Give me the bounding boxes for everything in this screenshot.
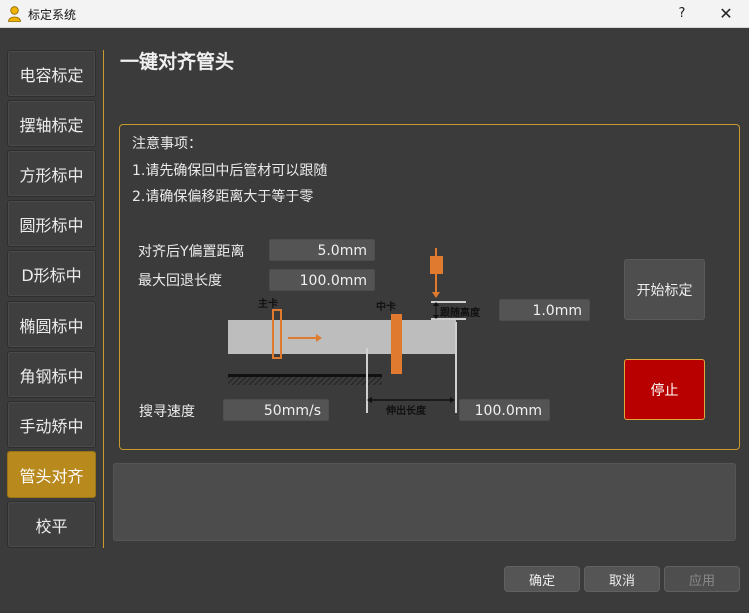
sidebar-item-square-centering[interactable]: 方形标中: [7, 150, 96, 197]
stop-button[interactable]: 停止: [624, 359, 705, 420]
tube-alignment-diagram: [228, 248, 466, 413]
extend-length-field[interactable]: [459, 399, 550, 421]
window-title: 标定系统: [28, 8, 77, 22]
notes-header: 注意事项：: [132, 136, 202, 152]
sidebar-item-angle-steel-centering[interactable]: 角钢标中: [7, 351, 96, 398]
sidebar-item-leveling[interactable]: 校平: [7, 501, 96, 548]
max-retreat-label: 最大回退长度: [138, 273, 222, 289]
main-chuck-label: 主卡: [258, 299, 278, 310]
sidebar-item-swing-axis-calibration[interactable]: 摆轴标定: [7, 100, 96, 147]
tube-shape: [228, 320, 456, 354]
sidebar-item-round-centering[interactable]: 圆形标中: [7, 200, 96, 247]
bed-line: [228, 374, 382, 377]
ok-button[interactable]: 确定: [504, 566, 580, 592]
sidebar-item-d-shape-centering[interactable]: D形标中: [7, 250, 96, 297]
title-bar: 标定系统 ? ✕: [0, 0, 749, 28]
note-line-1: 1.请先确保回中后管材可以跟随: [132, 163, 328, 179]
sidebar-item-manual-centering[interactable]: 手动矫中: [7, 401, 96, 448]
laser-head-shape: [430, 256, 443, 274]
search-speed-label: 搜寻速度: [139, 404, 195, 420]
sidebar-divider: [103, 50, 104, 548]
follow-height-field[interactable]: [499, 299, 590, 321]
start-calibration-button[interactable]: 开始标定: [624, 259, 705, 320]
page-title: 一键对齐管头: [120, 51, 235, 73]
close-button[interactable]: ✕: [714, 4, 738, 24]
follow-height-label: 跟随高度: [440, 308, 480, 319]
sidebar-item-capacitance-calibration[interactable]: 电容标定: [7, 50, 96, 97]
apply-button[interactable]: 应用: [664, 566, 740, 592]
log-output-area[interactable]: [113, 463, 736, 541]
sidebar-item-ellipse-centering[interactable]: 椭圆标中: [7, 301, 96, 348]
sidebar-item-tube-head-align[interactable]: 管头对齐: [7, 451, 96, 498]
user-icon: [8, 6, 21, 22]
help-button[interactable]: ?: [672, 4, 692, 24]
middle-chuck-label: 中卡: [376, 302, 396, 313]
middle-chuck-shape: [391, 314, 402, 374]
bed-hatch: [228, 377, 382, 385]
cancel-button[interactable]: 取消: [584, 566, 660, 592]
extend-length-label: 伸出长度: [386, 406, 426, 417]
note-line-2: 2.请确保偏移距离大于等于零: [132, 189, 314, 205]
